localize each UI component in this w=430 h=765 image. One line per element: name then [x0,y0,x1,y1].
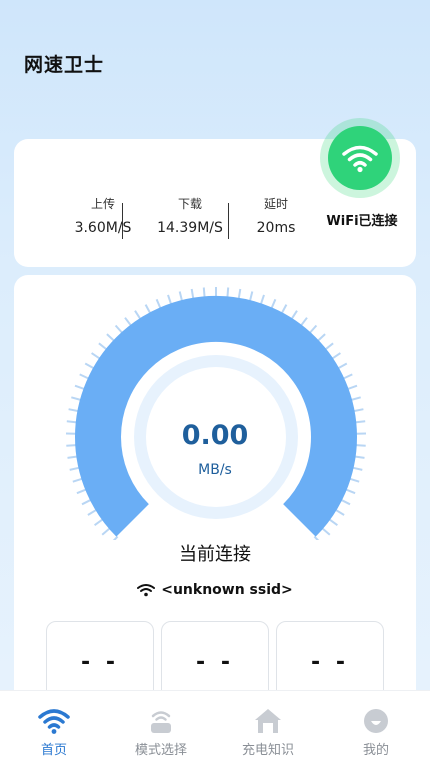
gauge-tick [144,304,152,314]
gauge-tick [340,498,351,506]
ssid-name: <unknown ssid> [161,582,293,598]
gauge-tick [79,373,90,380]
gauge-tick [237,288,242,300]
gauge-tick [347,384,358,391]
gauge-tick [354,455,365,459]
gauge-tick [308,324,318,334]
gauge-tick [167,294,173,305]
gauge-tick [98,342,108,351]
profile-icon [364,709,388,733]
gauge-tick [124,317,132,327]
gauge-tick [178,291,184,302]
gauge-tick [335,508,345,516]
gauge-tick [91,352,101,360]
gauge-tick [190,288,195,300]
gauge-tick [324,342,334,351]
gauge-tick [87,508,97,516]
router-icon [151,711,171,733]
gauge-tick [72,477,83,483]
gauge-tick [331,352,341,360]
gauge-tick [321,527,331,536]
gauge-tick [226,287,230,298]
gauge-tick [94,518,104,527]
wifi-icon [137,584,156,597]
gauge-tick [81,498,92,506]
nav-label: 充电知识 [241,743,294,758]
gauge-tick [300,317,308,327]
gauge-tick [259,294,265,305]
nav-profile[interactable]: 我的 [322,691,430,765]
gauge-tick [67,455,78,459]
nav-mode-select[interactable]: 模式选择 [107,691,215,765]
ssid-row: <unknown ssid> [0,582,430,598]
gauge-tick [349,477,360,483]
gauge-tick [101,527,111,536]
gauge-tick [345,488,356,495]
speed-unit: MB/s [198,462,232,478]
speed-gauge [65,287,367,540]
gauge-tick [290,310,298,320]
speed-value: 0.00 [181,420,249,451]
gauge-tick [328,518,338,527]
home-icon [255,709,281,733]
gauge-tick [353,408,364,413]
gauge-tick [317,333,326,342]
gauge-tick [202,287,206,298]
gauge-tick [114,324,124,334]
gauge-tick [76,488,87,495]
gauge-tick [74,384,85,391]
gauge-tick [106,333,115,342]
gauge-tick [71,396,82,401]
gauge-tick [350,396,361,401]
gauge-tick [248,291,254,302]
nav-label: 首页 [40,743,67,758]
nav-home[interactable]: 首页 [0,691,108,765]
bottom-nav: 首页 模式选择 充电知识 我的 [0,690,430,765]
gauge-tick [280,304,288,314]
gauge-tick [337,362,348,370]
gauge-tick [270,298,277,309]
gauge-tick [155,298,162,309]
gauge-tick [68,408,79,413]
current-connection-label: 当前连接 [179,544,251,565]
gauge-tick [342,373,353,380]
nav-label: 模式选择 [134,743,187,758]
gauge-tick [134,310,142,320]
nav-label: 我的 [362,743,389,758]
wifi-icon [38,709,70,734]
gauge-tick [84,362,95,370]
nav-charging-knowledge[interactable]: 充电知识 [214,691,322,765]
